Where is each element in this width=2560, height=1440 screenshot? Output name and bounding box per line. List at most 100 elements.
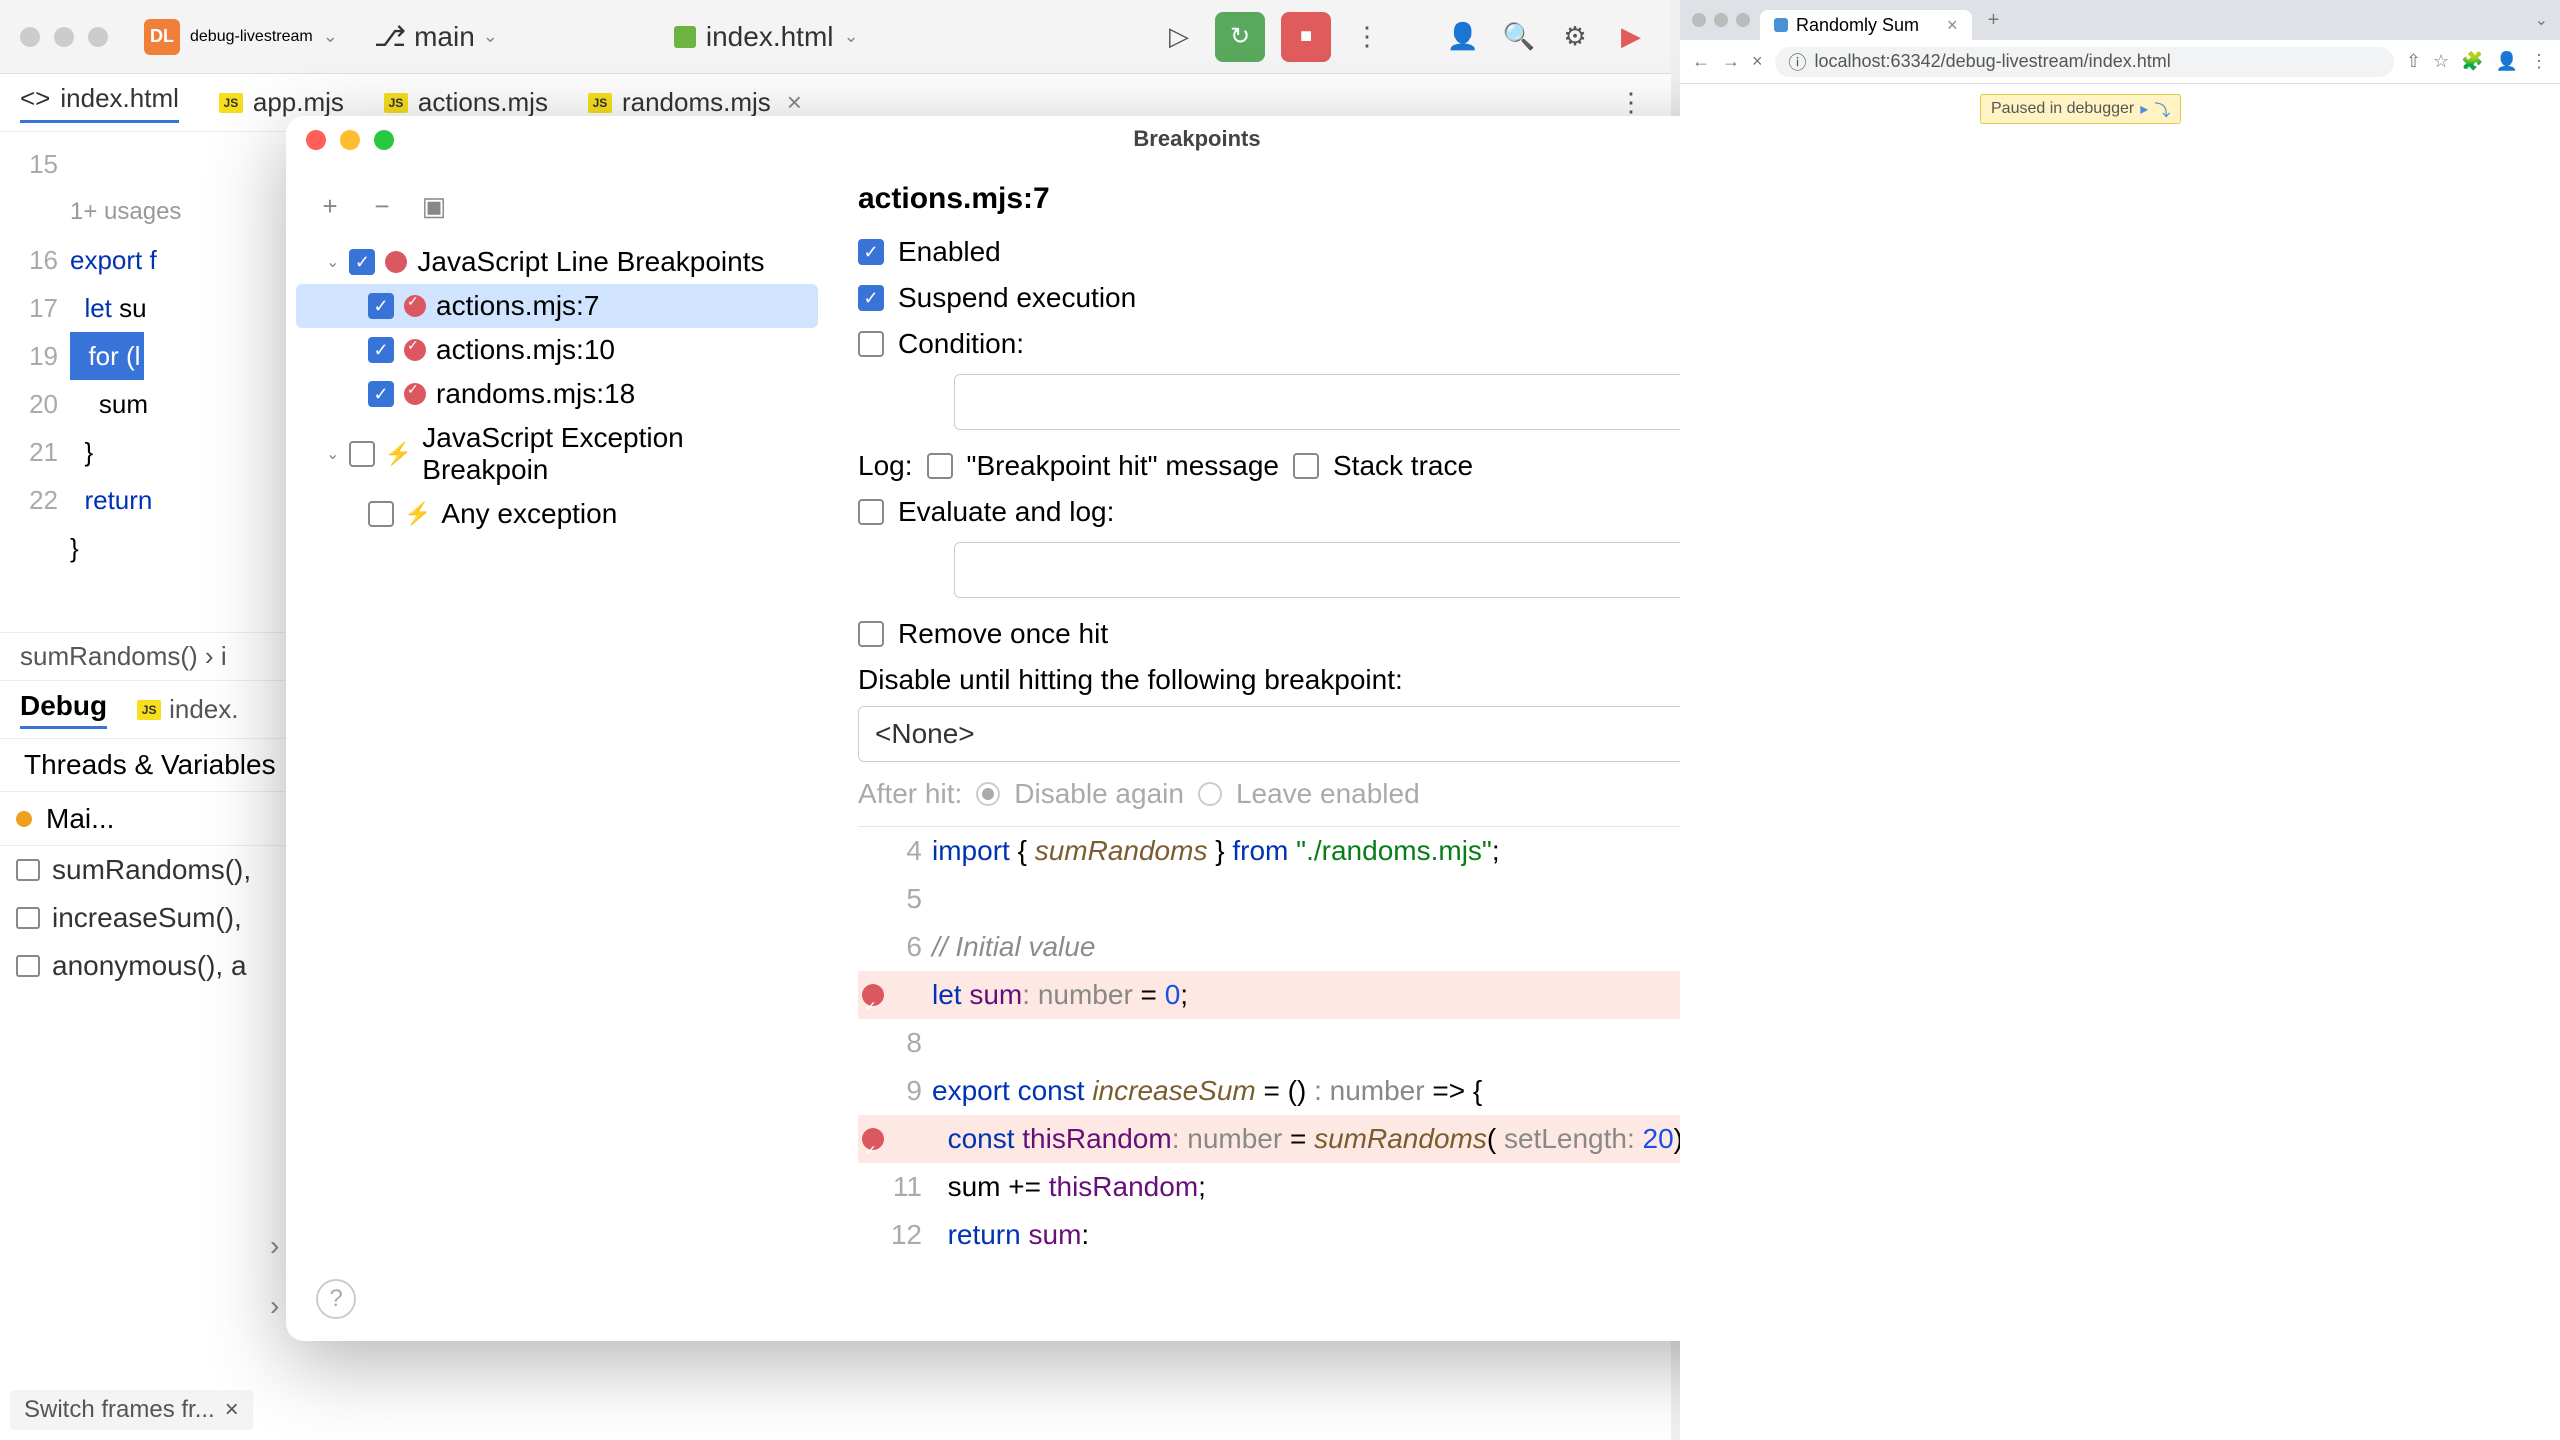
toolbar-actions: ▷ ↻ ■ ⋮ 👤 🔍 ⚙ ▶ [1159, 12, 1651, 62]
star-icon[interactable]: ☆ [2433, 51, 2449, 72]
expand-icon[interactable]: › [270, 1230, 279, 1262]
minimize-icon[interactable] [340, 130, 360, 150]
close-dot[interactable] [1692, 13, 1706, 27]
chevron-down-icon: ⌄ [326, 252, 339, 272]
rerun-button[interactable]: ↻ [1215, 12, 1265, 62]
stop-button[interactable]: ■ [1281, 12, 1331, 62]
suspend-checkbox[interactable]: ✓ [858, 285, 884, 311]
window-controls[interactable] [20, 27, 108, 47]
thread-status-icon [16, 811, 32, 827]
checkbox[interactable]: ✓ [368, 381, 394, 407]
breakpoint-icon [404, 295, 426, 317]
stack-label: Stack trace [1333, 450, 1473, 482]
breakpoint-tree-panel: + − ▣ ⌄ ✓ JavaScript Line Breakpoints ✓ … [286, 162, 828, 1267]
browser-window: Randomly Sum × + ⌄ ← → × ⓘ localhost:633… [1680, 0, 2560, 1440]
branch-name: main [414, 21, 475, 53]
debug-file-tab[interactable]: JS index. [137, 694, 238, 725]
checkbox[interactable]: ✓ [368, 337, 394, 363]
min-dot[interactable] [54, 27, 74, 47]
close-icon[interactable]: × [225, 1396, 239, 1424]
checkbox[interactable]: ✓ [349, 249, 375, 275]
paused-label: Paused in debugger [1991, 100, 2134, 118]
back-icon[interactable]: ← [1692, 51, 1710, 72]
group-icon[interactable]: ▣ [420, 192, 448, 220]
browser-chrome: Randomly Sum × + ⌄ [1680, 0, 2560, 40]
info-icon: ⓘ [1789, 49, 1807, 75]
checkbox[interactable] [368, 501, 394, 527]
checkbox[interactable]: ✓ [368, 293, 394, 319]
dialog-window-controls[interactable] [306, 130, 394, 150]
checkbox[interactable] [349, 441, 374, 467]
max-dot[interactable] [88, 27, 108, 47]
breakpoint-icon [385, 251, 407, 273]
project-icon: DL [144, 19, 180, 55]
tree-item-actions-10[interactable]: ✓ actions.mjs:10 [296, 328, 818, 372]
git-branch[interactable]: ⎇ main ⌄ [374, 20, 498, 53]
reload-icon[interactable]: × [1752, 51, 1763, 72]
new-tab-icon[interactable]: + [1988, 9, 2000, 32]
close-dot[interactable] [20, 27, 40, 47]
expand-icon[interactable]: › [270, 1290, 279, 1322]
close-icon[interactable]: × [1947, 15, 1958, 36]
run-config[interactable]: index.html ⌄ [674, 21, 859, 53]
address-bar[interactable]: ⓘ localhost:63342/debug-livestream/index… [1775, 47, 2394, 77]
plugin-icon[interactable]: ▶ [1611, 17, 1651, 57]
chevron-down-icon: ⌄ [844, 26, 859, 47]
enabled-label: Enabled [898, 236, 1001, 268]
debug-tab[interactable]: Debug [20, 690, 107, 729]
profile-icon[interactable]: 👤 [2496, 51, 2518, 72]
html-file-icon [674, 26, 696, 48]
menu-icon[interactable]: ⋮ [2530, 51, 2548, 72]
remove-icon[interactable]: − [368, 192, 396, 220]
max-dot[interactable] [1736, 13, 1750, 27]
tree-group-js-line[interactable]: ⌄ ✓ JavaScript Line Breakpoints [296, 240, 818, 284]
leave-enabled-radio[interactable] [1198, 782, 1222, 806]
breakpoint-icon [404, 383, 426, 405]
more-icon[interactable]: ⋮ [1347, 17, 1387, 57]
project-selector[interactable]: DL debug-livestream ⌄ [144, 19, 338, 55]
collab-icon[interactable]: 👤 [1443, 17, 1483, 57]
browser-tab[interactable]: Randomly Sum × [1760, 10, 1972, 40]
min-dot[interactable] [1714, 13, 1728, 27]
tree-item-any-exception[interactable]: ⚡ Any exception [296, 492, 818, 536]
code-icon: <> [20, 83, 50, 114]
eval-checkbox[interactable] [858, 499, 884, 525]
search-icon[interactable]: 🔍 [1499, 17, 1539, 57]
breakpoint-icon[interactable] [862, 1128, 884, 1150]
tab-label: app.mjs [253, 87, 344, 118]
settings-icon[interactable]: ⚙ [1555, 17, 1595, 57]
radio-label: Leave enabled [1236, 778, 1420, 810]
add-icon[interactable]: + [316, 192, 344, 220]
forward-icon[interactable]: → [1722, 51, 1740, 72]
js-icon: JS [219, 93, 243, 113]
maximize-icon[interactable] [374, 130, 394, 150]
tree-item-randoms-18[interactable]: ✓ randoms.mjs:18 [296, 372, 818, 416]
condition-label: Condition: [898, 328, 1024, 360]
tree-toolbar: + − ▣ [296, 182, 818, 240]
share-icon[interactable]: ⇧ [2406, 51, 2421, 72]
disable-again-radio[interactable] [976, 782, 1000, 806]
close-icon[interactable] [306, 130, 326, 150]
enabled-checkbox[interactable]: ✓ [858, 239, 884, 265]
help-icon[interactable]: ? [316, 1279, 356, 1319]
tab-index-html[interactable]: <> index.html [20, 83, 179, 123]
chevron-down-icon[interactable]: ⌄ [2535, 10, 2548, 30]
condition-checkbox[interactable] [858, 331, 884, 357]
tree-item-actions-7[interactable]: ✓ actions.mjs:7 [296, 284, 818, 328]
js-icon: JS [384, 93, 408, 113]
stack-checkbox[interactable] [1293, 453, 1319, 479]
step-icon[interactable]: ⤵ [2154, 97, 2170, 121]
remove-checkbox[interactable] [858, 621, 884, 647]
tree-group-js-exception[interactable]: ⌄ ⚡ JavaScript Exception Breakpoin [296, 416, 818, 492]
tab-actions-mjs[interactable]: JS actions.mjs [384, 87, 548, 118]
tab-app-mjs[interactable]: JS app.mjs [219, 87, 344, 118]
breakpoint-icon[interactable] [862, 984, 884, 1006]
play-icon[interactable]: ▸ [2140, 99, 2148, 119]
close-icon[interactable]: × [787, 87, 802, 118]
remove-label: Remove once hit [898, 618, 1108, 650]
browser-window-controls[interactable] [1692, 13, 1750, 27]
bphit-checkbox[interactable] [927, 453, 953, 479]
debug-icon[interactable]: ▷ [1159, 17, 1199, 57]
extensions-icon[interactable]: 🧩 [2461, 51, 2483, 72]
tab-randoms-mjs[interactable]: JS randoms.mjs × [588, 87, 802, 118]
